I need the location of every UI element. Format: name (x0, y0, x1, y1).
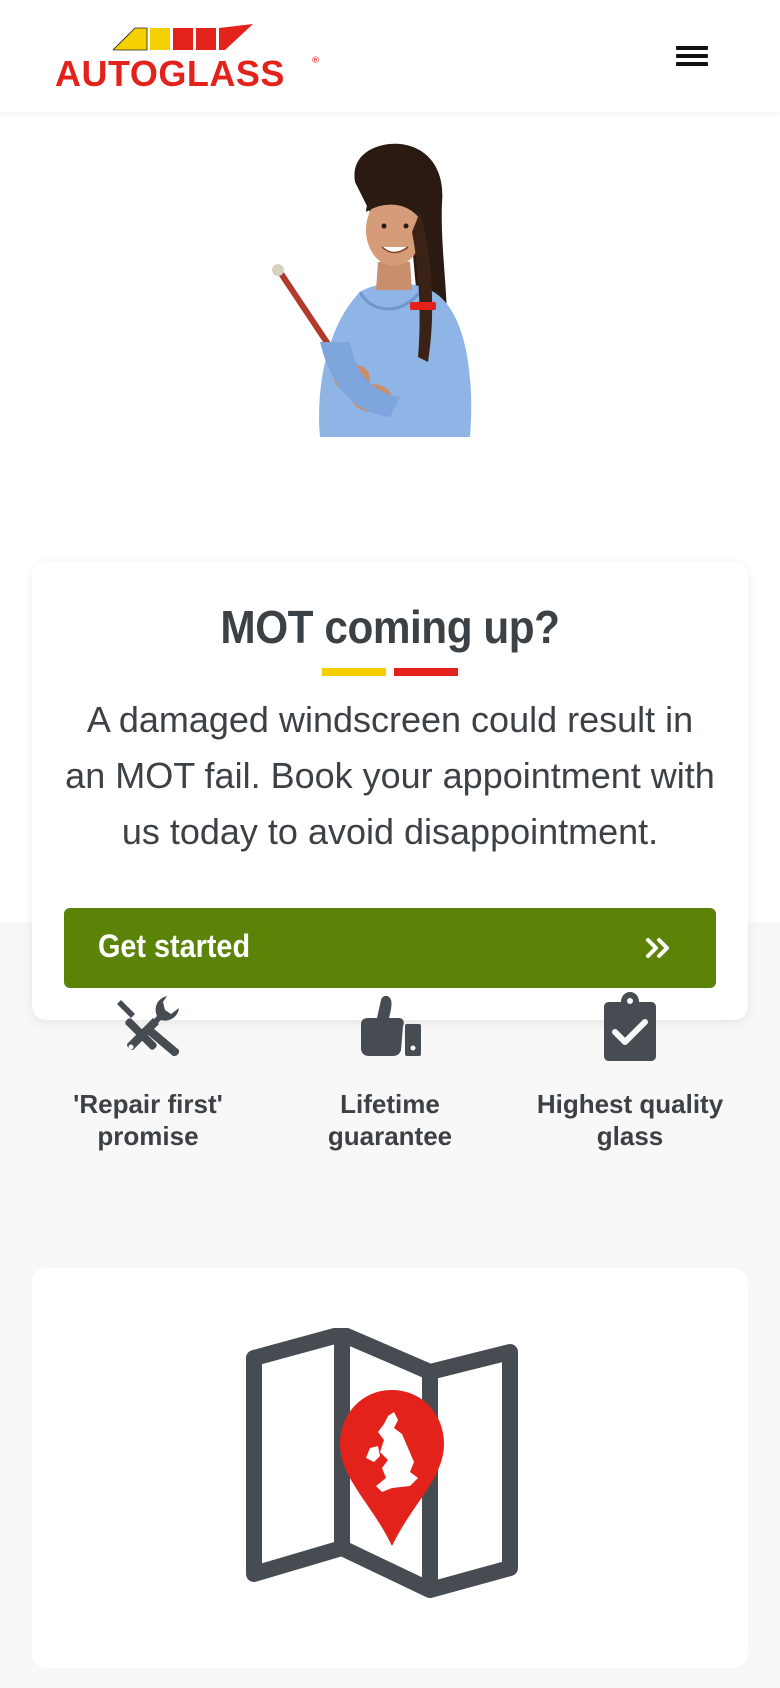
uk-map-pin-icon (246, 1328, 518, 1598)
logo-wordmark: AUTOGLASS (55, 53, 285, 94)
card-description: A damaged windscreen could result in an … (65, 699, 715, 852)
feature-lifetime-guarantee: Lifetime guarantee (275, 992, 505, 1152)
logo-blocks-icon (113, 24, 253, 51)
site-header: AUTOGLASS ® (0, 0, 780, 112)
thumbs-up-icon (361, 995, 421, 1056)
feature-highest-quality: Highest quality glass (515, 992, 745, 1152)
hamburger-menu-icon[interactable] (670, 40, 714, 72)
feature-label: Lifetime guarantee (327, 1089, 453, 1151)
autoglass-logo[interactable]: AUTOGLASS ® (55, 24, 325, 94)
tools-icon (117, 996, 180, 1057)
features-section: 'Repair first' promise Lifetime guarante… (0, 922, 780, 1252)
title-accent-red (394, 668, 458, 676)
branch-locator-card (32, 1268, 748, 1668)
card-title: MOT coming up? (220, 601, 560, 653)
feature-label: Highest quality glass (536, 1089, 724, 1151)
technician-image (272, 143, 472, 437)
clipboard-check-icon (604, 992, 656, 1061)
title-accent-yellow (322, 668, 386, 676)
hero-section: MOT coming up? A damaged windscreen coul… (0, 112, 780, 1020)
feature-label: 'Repair first' promise (73, 1089, 223, 1151)
logo-registered-mark: ® (311, 56, 320, 66)
feature-repair-first: 'Repair first' promise (33, 992, 263, 1152)
